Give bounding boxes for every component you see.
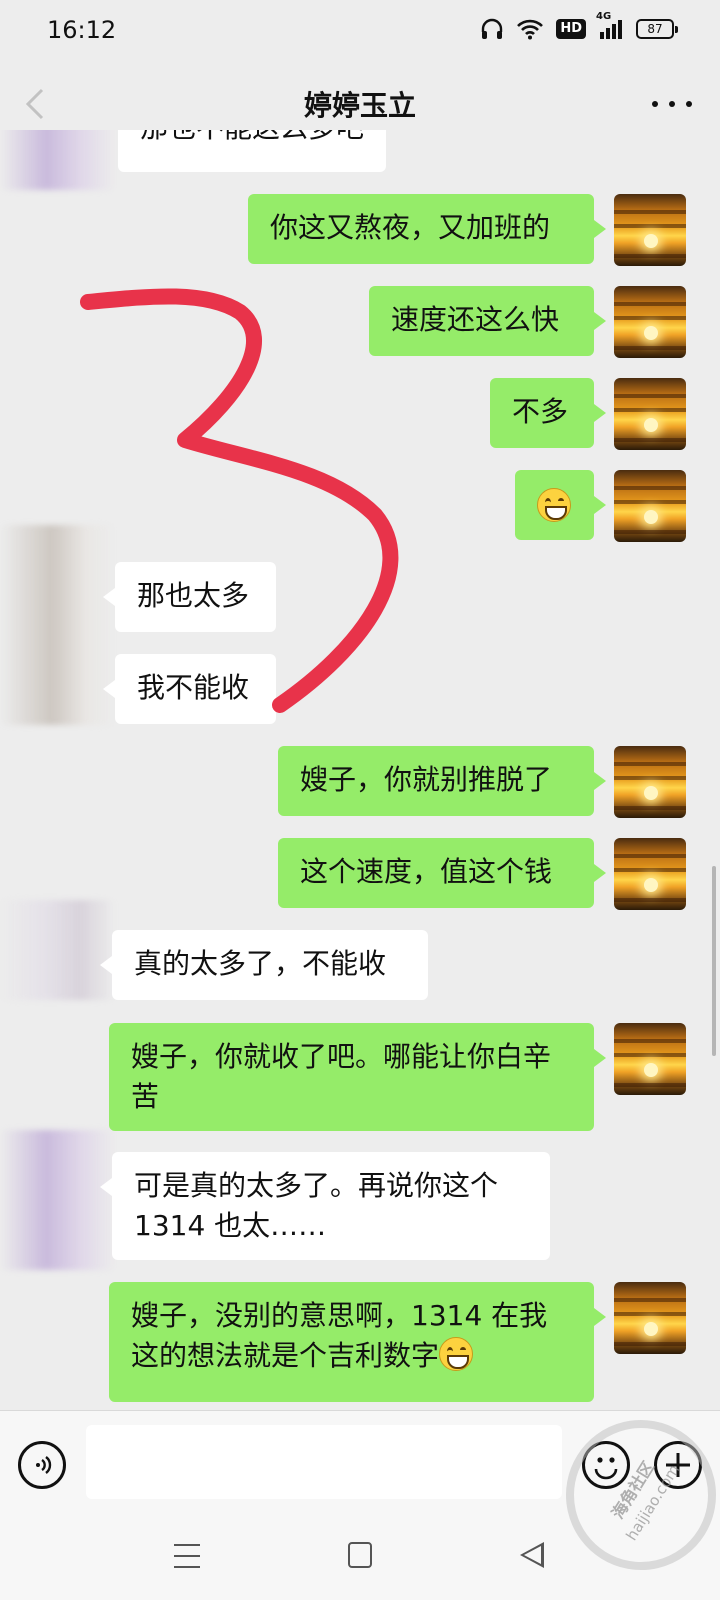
cellular-signal-icon: 4G xyxy=(596,11,624,40)
message-bubble-outgoing[interactable]: 你这又熬夜，又加班的 xyxy=(248,194,606,264)
contact-avatar[interactable] xyxy=(0,1130,115,1270)
my-avatar[interactable] xyxy=(614,1023,686,1095)
my-avatar[interactable] xyxy=(614,286,686,358)
message-bubble-incoming[interactable]: 可是真的太多了。再说你这个1314 也太…… xyxy=(100,1152,550,1260)
message-bubble-incoming[interactable]: 真的太多了，不能收 xyxy=(100,930,428,1000)
my-avatar[interactable] xyxy=(614,1282,686,1354)
chat-screen: 16:12 HD 4G 87 婷婷玉立 你这又熬夜，又加班的 速度还这么快 不多… xyxy=(0,0,720,1600)
grin-emoji-icon xyxy=(537,488,571,522)
message-list[interactable]: 那也不能这么多吧 你这又熬夜，又加班的 速度还这么快 不多 那也太多 我不能收 xyxy=(0,130,720,1410)
my-avatar[interactable] xyxy=(614,470,686,542)
chat-title: 婷婷玉立 xyxy=(303,89,416,122)
message-bubble-outgoing[interactable]: 速度还这么快 xyxy=(369,286,606,356)
message-bubble-outgoing[interactable]: 嫂子，没别的意思啊，1314 在我这的想法就是个吉利数字 xyxy=(109,1282,606,1402)
message-bubble-outgoing[interactable]: 不多 xyxy=(490,378,606,448)
status-bar: 16:12 HD 4G 87 xyxy=(0,0,720,64)
message-bubble-outgoing[interactable] xyxy=(515,470,606,540)
grin-emoji-icon xyxy=(439,1337,474,1371)
my-avatar[interactable] xyxy=(614,838,686,910)
home-button[interactable] xyxy=(348,1542,372,1568)
my-avatar[interactable] xyxy=(614,194,686,266)
scrollbar[interactable] xyxy=(712,866,716,1056)
message-bubble-incoming[interactable]: 我不能收 xyxy=(103,654,276,724)
nav-back-button[interactable] xyxy=(520,1542,544,1568)
hd-badge: HD xyxy=(556,19,586,39)
my-avatar[interactable] xyxy=(614,746,686,818)
voice-icon xyxy=(36,1456,52,1474)
my-avatar[interactable] xyxy=(614,378,686,450)
recent-apps-button[interactable] xyxy=(174,1544,200,1568)
message-bubble-outgoing[interactable]: 嫂子，你就别推脱了 xyxy=(278,746,606,816)
message-bubble-outgoing[interactable]: 嫂子，你就收了吧。哪能让你白辛苦 xyxy=(109,1023,606,1131)
message-bubble-outgoing[interactable]: 这个速度，值这个钱 xyxy=(278,838,606,908)
contact-avatar[interactable] xyxy=(0,900,115,1000)
headphones-icon xyxy=(480,18,504,40)
more-dots-icon xyxy=(652,101,658,107)
message-input[interactable] xyxy=(86,1425,562,1499)
message-bubble-incoming[interactable]: 那也不能这么多吧 xyxy=(118,130,387,172)
battery-indicator: 87 xyxy=(636,19,678,39)
battery-level: 87 xyxy=(647,22,663,36)
more-options-button[interactable] xyxy=(652,86,692,122)
contact-avatar[interactable] xyxy=(0,525,115,725)
wifi-icon xyxy=(516,18,544,40)
voice-input-button[interactable] xyxy=(18,1441,66,1489)
network-type-label: 4G xyxy=(596,11,612,22)
status-time: 16:12 xyxy=(47,16,117,44)
status-icons: HD 4G 87 xyxy=(480,11,678,40)
message-bubble-incoming[interactable]: 那也太多 xyxy=(103,562,276,632)
contact-avatar[interactable] xyxy=(0,130,115,190)
